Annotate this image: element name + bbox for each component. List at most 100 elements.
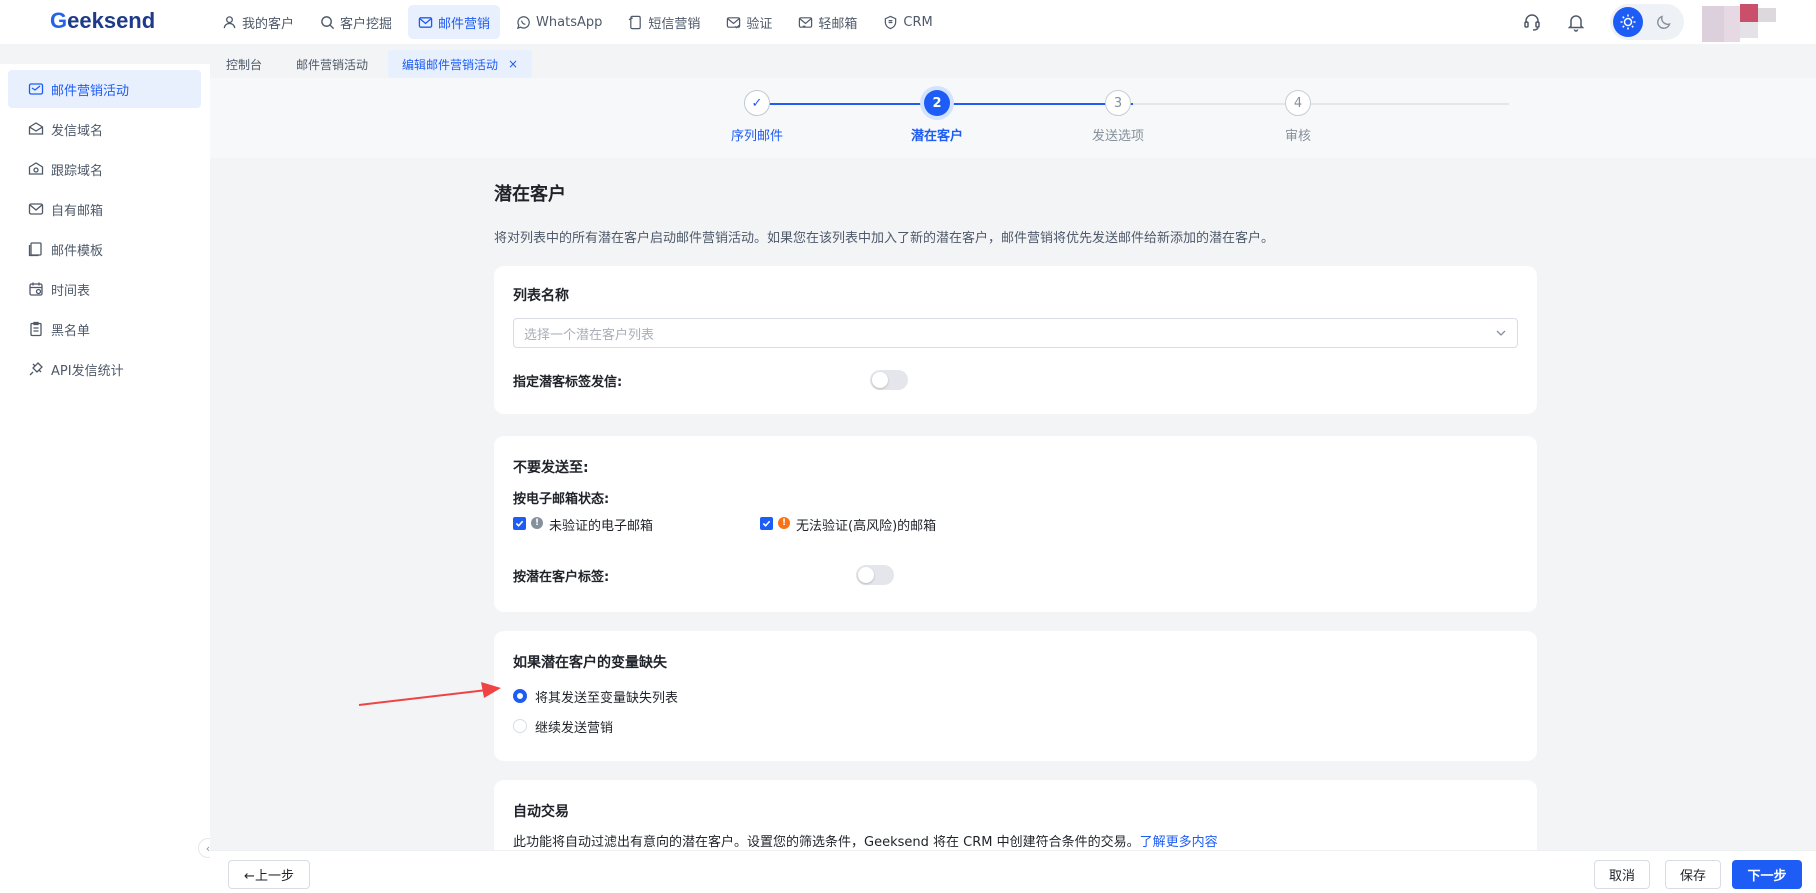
blacklist-icon — [30, 321, 42, 337]
sidebar-item-own-mailbox[interactable]: 自有邮箱 — [8, 190, 201, 228]
tab-label: 邮件营销活动 — [296, 57, 369, 72]
step-1-dot[interactable]: ✓ — [744, 90, 770, 116]
nav-label: 我的客户 — [242, 16, 295, 32]
missing-variable-card: 如果潜在客户的变量缺失 将其发送至变量缺失列表 继续发送营销 — [494, 631, 1537, 761]
unverifiable-checkbox[interactable] — [760, 517, 773, 530]
close-icon[interactable]: × — [508, 57, 518, 71]
sidebar-item-api-stats[interactable]: API发信统计 — [8, 350, 201, 388]
sidebar-item-label: 黑名单 — [51, 323, 91, 339]
sidebar-item-label: 邮件营销活动 — [51, 83, 130, 99]
next-step-button[interactable]: 下一步 — [1732, 860, 1802, 889]
sms-icon — [629, 15, 642, 29]
step-number: 3 — [1113, 95, 1123, 111]
theme-toggle[interactable] — [1610, 4, 1684, 40]
step-number: 2 — [932, 95, 942, 111]
nav-light-mailbox[interactable]: 轻邮箱 — [788, 5, 867, 39]
step-3-dot[interactable]: 3 — [1105, 90, 1131, 116]
auto-deal-text: 此功能将自动过滤出有意向的潜在客户。设置您的筛选条件，Geeksend 将在 C… — [513, 835, 1140, 850]
nav-label: WhatsApp — [536, 14, 603, 30]
tab-email-campaigns[interactable]: 邮件营销活动 — [282, 50, 382, 78]
by-status-label: 按电子邮箱状态: — [513, 492, 610, 507]
step-3-label: 发送选项 — [1091, 129, 1144, 144]
unverified-label: 未验证的电子邮箱 — [549, 519, 654, 534]
tag-send-label: 指定潜客标签发信: — [513, 375, 623, 390]
list-card: 列表名称 选择一个潜在客户列表 指定潜客标签发信: — [494, 266, 1537, 414]
exclude-card: 不要发送至: 按电子邮箱状态: ! 未验证的电子邮箱 ! 无法验证(高风险)的邮… — [494, 436, 1537, 612]
verify-mail-icon — [727, 16, 741, 29]
page-description: 将对列表中的所有潜在客户启动邮件营销活动。如果您在该列表中加入了新的潜在客户，邮… — [494, 231, 1275, 246]
save-button[interactable]: 保存 — [1665, 860, 1721, 889]
sidebar-item-tracking-domain[interactable]: 跟踪域名 — [8, 150, 201, 188]
nav-label: 短信营销 — [648, 16, 701, 32]
whatsapp-icon — [516, 15, 530, 29]
sidebar-item-templates[interactable]: 邮件模板 — [8, 230, 201, 268]
campaign-icon — [28, 83, 44, 95]
moon-icon[interactable] — [1649, 7, 1679, 37]
domain-icon — [28, 122, 44, 135]
warning-icon: ! — [778, 517, 790, 529]
sidebar-item-label: 时间表 — [51, 283, 91, 299]
unverifiable-label: 无法验证(高风险)的邮箱 — [796, 519, 937, 534]
api-icon — [29, 362, 43, 376]
step-2-dot[interactable]: 2 — [924, 90, 950, 116]
logo-text: eeksend — [67, 8, 156, 33]
main-nav: 我的客户 客户挖掘 邮件营销 WhatsApp 短信营销 验证 轻邮箱 CRM — [212, 5, 943, 39]
nav-crm[interactable]: CRM — [873, 5, 942, 39]
tab-edit-campaign[interactable]: 编辑邮件营销活动 × — [388, 50, 533, 78]
annotation-arrow-icon — [358, 682, 501, 706]
check-icon: ✓ — [751, 95, 763, 111]
prev-step-button[interactable]: ←上一步 — [228, 860, 310, 889]
user-icon — [223, 15, 236, 28]
prospect-list-select[interactable]: 选择一个潜在客户列表 — [513, 318, 1518, 348]
logo-letter: G — [50, 8, 68, 33]
mail-icon — [418, 16, 433, 28]
sun-icon[interactable] — [1613, 7, 1643, 37]
send-to-missing-list-radio[interactable] — [513, 689, 527, 703]
sidebar-item-sending-domain[interactable]: 发信域名 — [8, 110, 201, 148]
list-card-title: 列表名称 — [513, 288, 569, 304]
tab-label: 控制台 — [226, 57, 263, 72]
auto-deal-description: 此功能将自动过滤出有意向的潜在客户。设置您的筛选条件，Geeksend 将在 C… — [513, 831, 1218, 850]
sidebar-item-schedule[interactable]: 时间表 — [8, 270, 201, 308]
nav-label: 邮件营销 — [438, 16, 491, 32]
step-connector — [1314, 103, 1494, 105]
mailbox-icon — [28, 203, 44, 215]
sidebar-item-label: 邮件模板 — [51, 243, 104, 259]
step-4-dot[interactable]: 4 — [1285, 90, 1311, 116]
nav-email-marketing[interactable]: 邮件营销 — [408, 5, 501, 39]
chevron-down-icon — [1496, 330, 1506, 336]
auto-deal-title: 自动交易 — [513, 804, 569, 820]
learn-more-link[interactable]: 了解更多内容 — [1140, 835, 1218, 850]
by-tag-label: 按潜在客户标签: — [513, 570, 610, 585]
tab-label: 编辑邮件营销活动 — [402, 57, 499, 72]
continue-sending-label: 继续发送营销 — [535, 721, 614, 736]
headset-icon[interactable] — [1522, 12, 1542, 32]
continue-sending-radio[interactable] — [513, 719, 527, 733]
nav-my-customers[interactable]: 我的客户 — [212, 5, 304, 39]
tab-console[interactable]: 控制台 — [212, 50, 276, 78]
geeksend-logo[interactable]: Geeksend — [50, 8, 155, 34]
light-mail-icon — [799, 16, 813, 28]
info-icon: ! — [531, 517, 543, 529]
tracking-icon — [28, 162, 44, 175]
step-indicator: ✓ 序列邮件 2 潜在客户 3 发送选项 4 审核 — [210, 78, 1816, 158]
sidebar-item-label: API发信统计 — [51, 363, 124, 379]
cancel-button[interactable]: 取消 — [1594, 860, 1650, 889]
unverified-checkbox[interactable] — [513, 517, 526, 530]
tag-send-switch[interactable] — [870, 370, 908, 390]
sidebar-item-label: 跟踪域名 — [51, 163, 104, 179]
template-icon — [28, 242, 42, 257]
top-bar: Geeksend 我的客户 客户挖掘 邮件营销 WhatsApp 短信营销 验证 — [0, 0, 1816, 44]
step-4-label: 审核 — [1284, 129, 1311, 144]
step-1-label: 序列邮件 — [730, 129, 783, 144]
by-tag-switch[interactable] — [856, 565, 894, 585]
nav-verify[interactable]: 验证 — [716, 5, 782, 39]
sidebar-item-campaigns[interactable]: 邮件营销活动 — [8, 70, 201, 108]
sidebar-item-blacklist[interactable]: 黑名单 — [8, 310, 201, 348]
nav-whatsapp[interactable]: WhatsApp — [506, 5, 612, 39]
avatar[interactable] — [1696, 2, 1776, 42]
nav-sms[interactable]: 短信营销 — [618, 5, 710, 39]
crm-icon — [885, 15, 897, 29]
nav-prospecting[interactable]: 客户挖掘 — [310, 5, 402, 39]
bell-icon[interactable] — [1566, 12, 1586, 32]
